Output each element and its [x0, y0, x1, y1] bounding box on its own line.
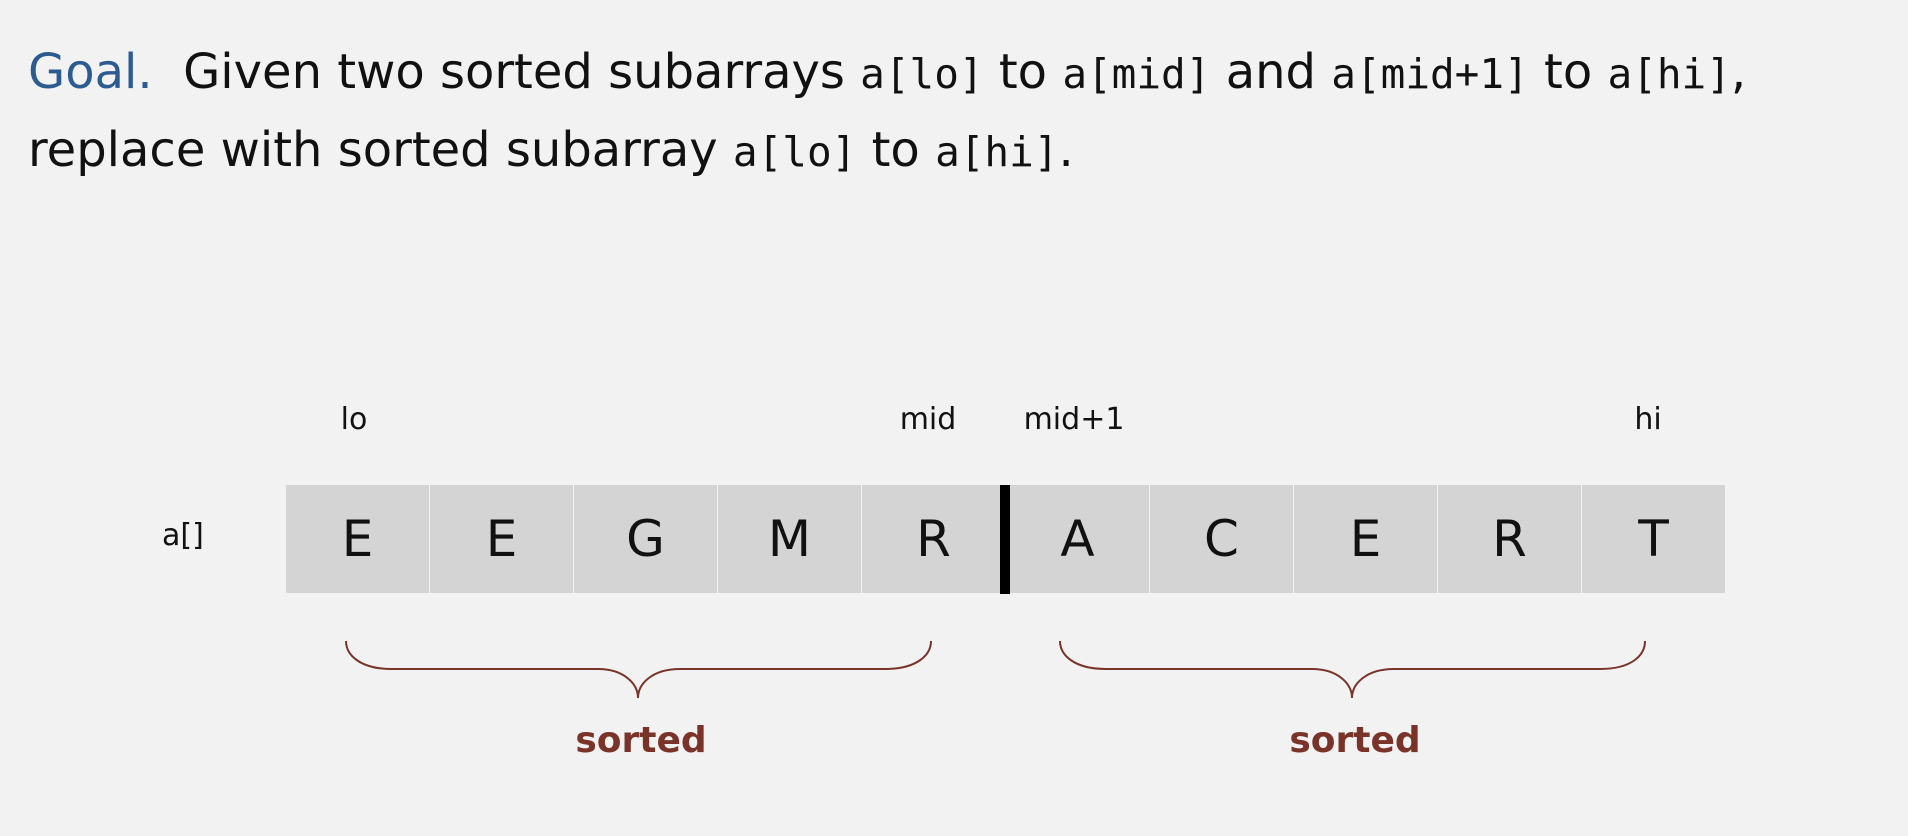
sorted-braces — [345, 640, 1646, 699]
right-sorted-brace — [1059, 640, 1646, 699]
sorted-label-right: sorted — [1289, 720, 1421, 761]
left-sorted-brace — [345, 640, 932, 699]
sorted-label-left: sorted — [575, 720, 707, 761]
